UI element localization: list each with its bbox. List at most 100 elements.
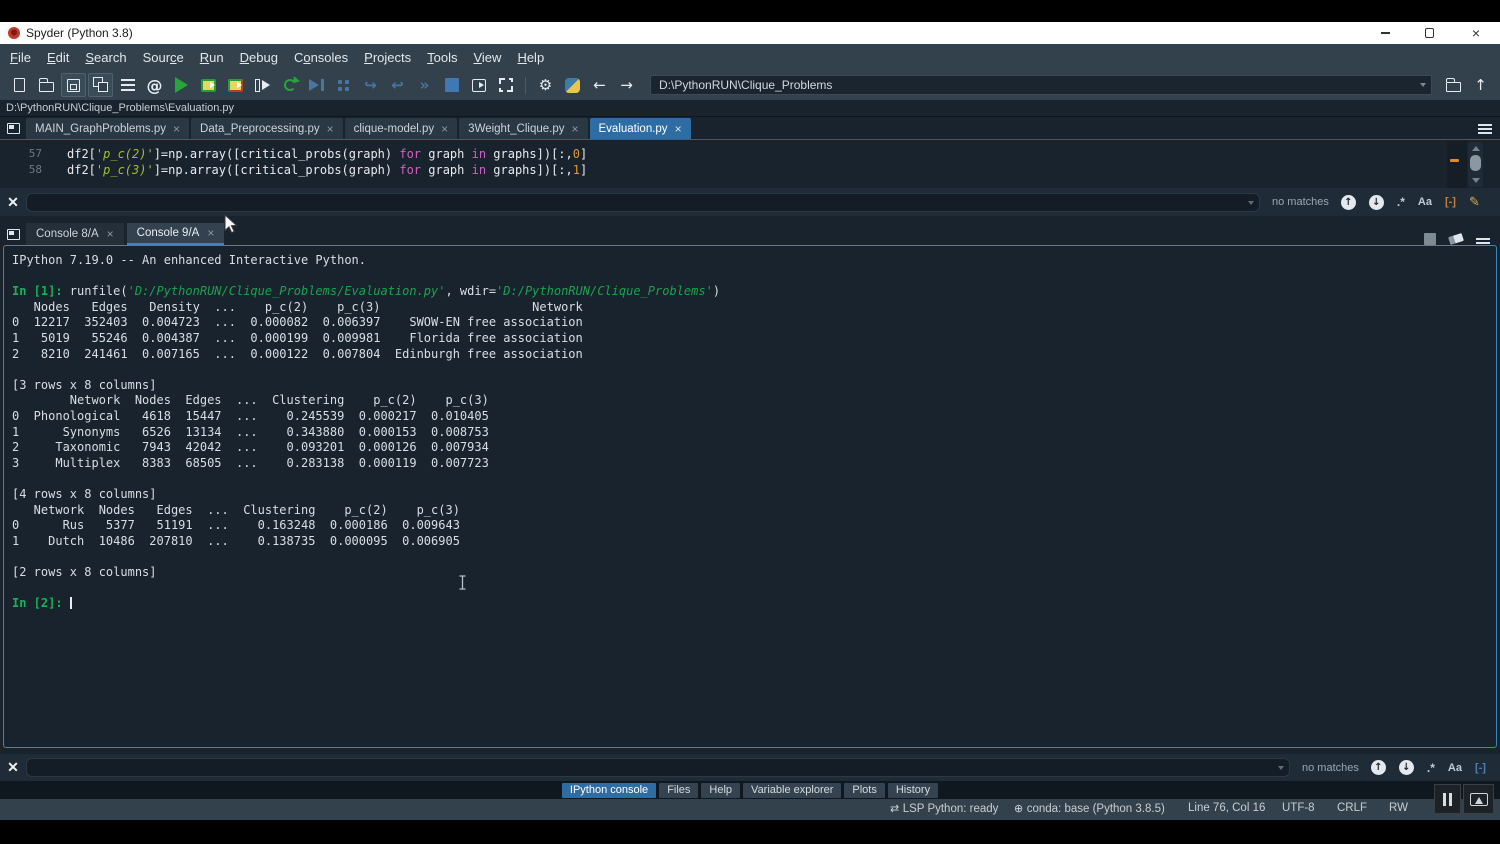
pythonpath-manager-icon[interactable] <box>559 72 586 98</box>
interrupt-kernel-icon[interactable] <box>1424 233 1436 245</box>
console-browse-tabs-button[interactable] <box>0 224 26 245</box>
working-directory-field[interactable]: D:\PythonRUN\Clique_Problems <box>650 75 1432 95</box>
scrollbar-down-icon[interactable] <box>1472 178 1480 183</box>
find-close-button[interactable]: ✕ <box>0 194 26 211</box>
forward-icon[interactable]: → <box>613 72 640 98</box>
dock-tab-ipython-console[interactable]: IPython console <box>562 783 656 798</box>
console-tabs: Console 8/A×Console 9/A× <box>26 223 227 245</box>
find-input[interactable] <box>26 193 1260 212</box>
menu-help[interactable]: Help <box>509 47 552 68</box>
find-next-button[interactable]: ↓ <box>1369 195 1384 210</box>
replace-toggle-icon[interactable]: ✎ <box>1469 195 1480 210</box>
save-file-icon[interactable] <box>61 73 86 97</box>
console-line: 3 Multiplex 8383 68505 ... 0.283138 0.00… <box>12 456 720 472</box>
menu-consoles[interactable]: Consoles <box>286 47 356 68</box>
find-close-button[interactable]: ✕ <box>0 759 26 776</box>
tab-close-icon[interactable]: × <box>675 123 682 135</box>
console-line: 2 Taxonomic 7943 42042 ... 0.093201 0.00… <box>12 440 720 456</box>
dock-tab-help[interactable]: Help <box>701 783 740 798</box>
menu-tools[interactable]: Tools <box>419 47 465 68</box>
find-input[interactable] <box>26 758 1290 777</box>
regex-toggle-icon[interactable]: .* <box>1427 761 1435 775</box>
find-history-dropdown-icon[interactable] <box>1248 201 1254 205</box>
back-icon[interactable]: ← <box>586 72 613 98</box>
regex-toggle-icon[interactable]: .* <box>1397 195 1405 209</box>
dock-tab-variable-explorer[interactable]: Variable explorer <box>743 783 841 798</box>
menu-edit[interactable]: Edit <box>39 47 77 68</box>
menu-run[interactable]: Run <box>192 47 232 68</box>
create-cell-icon[interactable] <box>114 72 141 98</box>
working-directory-dropdown-icon[interactable] <box>1420 83 1426 87</box>
symbol-finder-icon[interactable]: @ <box>141 72 168 98</box>
menu-view[interactable]: View <box>465 47 509 68</box>
save-all-icon[interactable] <box>88 73 113 97</box>
find-previous-button[interactable]: ↑ <box>1341 195 1356 210</box>
tab-close-icon[interactable]: × <box>107 228 114 240</box>
browse-tabs-button[interactable] <box>0 118 26 139</box>
menu-source[interactable]: Source <box>135 47 192 68</box>
minimize-button[interactable] <box>1376 25 1394 41</box>
editor-tab-Data_Preprocessing.py[interactable]: Data_Preprocessing.py× <box>191 118 343 139</box>
console-options-icon[interactable] <box>1476 238 1490 240</box>
fullscreen-icon[interactable] <box>492 72 519 98</box>
ipython-console[interactable]: IPython 7.19.0 -- An enhanced Interactiv… <box>3 245 1497 748</box>
editor-tab-clique-model.py[interactable]: clique-model.py× <box>345 118 458 139</box>
find-next-button[interactable]: ↓ <box>1399 760 1414 775</box>
dock-tab-plots[interactable]: Plots <box>844 783 884 798</box>
parent-directory-icon[interactable]: ↑ <box>1467 72 1494 98</box>
step-return-icon[interactable]: ↩ <box>384 72 411 98</box>
preferences-icon[interactable]: ⚙ <box>532 72 559 98</box>
find-status: no matches <box>1272 196 1329 208</box>
open-file-icon[interactable] <box>33 72 60 98</box>
editor-tab-Evaluation.py[interactable]: Evaluation.py× <box>590 118 691 139</box>
scrollbar-up-icon[interactable] <box>1472 146 1480 151</box>
run-selection-icon[interactable] <box>249 72 276 98</box>
remove-variables-icon[interactable] <box>1448 233 1464 245</box>
console-line: 2 8210 241461 0.007165 ... 0.000122 0.00… <box>12 347 720 363</box>
editor-tab-3Weight_Clique.py[interactable]: 3Weight_Clique.py× <box>459 118 587 139</box>
code-line: df2['p_c(3)']=np.array([critical_probs(g… <box>67 162 587 178</box>
browse-working-directory-icon[interactable] <box>1440 72 1467 98</box>
tab-close-icon[interactable]: × <box>327 123 334 135</box>
maximize-button[interactable] <box>1420 25 1438 41</box>
editor-tab-MAIN_GraphProblems.py[interactable]: MAIN_GraphProblems.py× <box>26 118 189 139</box>
screen-share-button[interactable] <box>1463 784 1494 814</box>
dock-tab-files[interactable]: Files <box>659 783 698 798</box>
continue-execution-icon[interactable]: » <box>411 72 438 98</box>
rerun-cell-icon[interactable] <box>276 72 303 98</box>
menu-bar: FileEditSearchSourceRunDebugConsolesProj… <box>0 44 1500 70</box>
run-cell-advance-icon[interactable] <box>222 72 249 98</box>
editor-scrollbar[interactable] <box>1468 142 1483 187</box>
menu-debug[interactable]: Debug <box>232 47 286 68</box>
find-previous-button[interactable]: ↑ <box>1371 760 1386 775</box>
code-editor[interactable]: 57df2['p_c(2)']=np.array([critical_probs… <box>0 141 1500 188</box>
whole-words-toggle-icon[interactable]: [-] <box>1445 196 1456 208</box>
tab-close-icon[interactable]: × <box>441 123 448 135</box>
run-cell-icon[interactable] <box>195 72 222 98</box>
case-sensitive-toggle-icon[interactable]: Aa <box>1418 196 1432 208</box>
scrollbar-thumb[interactable] <box>1470 155 1481 171</box>
menu-search[interactable]: Search <box>77 47 134 68</box>
console-tab-console-8-a[interactable]: Console 8/A× <box>26 223 124 245</box>
run-file-icon[interactable] <box>168 72 195 98</box>
menu-projects[interactable]: Projects <box>356 47 419 68</box>
console-tab-console-9-a[interactable]: Console 9/A× <box>127 223 225 245</box>
pause-button[interactable] <box>1434 784 1461 814</box>
debug-file-icon[interactable] <box>303 72 330 98</box>
tab-close-icon[interactable]: × <box>173 123 180 135</box>
find-history-dropdown-icon[interactable] <box>1278 766 1284 770</box>
maximize-pane-icon[interactable] <box>465 72 492 98</box>
whole-words-toggle-icon[interactable]: [-] <box>1475 762 1486 774</box>
case-sensitive-toggle-icon[interactable]: Aa <box>1448 762 1462 774</box>
menu-file[interactable]: File <box>2 47 39 68</box>
stop-debugging-icon[interactable] <box>438 72 465 98</box>
tab-close-icon[interactable]: × <box>572 123 579 135</box>
conda-env-status: ⊕ conda: base (Python 3.8.5) <box>1014 802 1165 815</box>
close-button[interactable]: × <box>1467 25 1485 41</box>
editor-options-button[interactable] <box>1470 118 1500 139</box>
run-current-line-icon[interactable] <box>330 72 357 98</box>
new-file-icon[interactable] <box>6 72 33 98</box>
step-into-icon[interactable]: ↪ <box>357 72 384 98</box>
tab-close-icon[interactable]: × <box>207 227 214 239</box>
dock-tab-history[interactable]: History <box>888 783 938 798</box>
